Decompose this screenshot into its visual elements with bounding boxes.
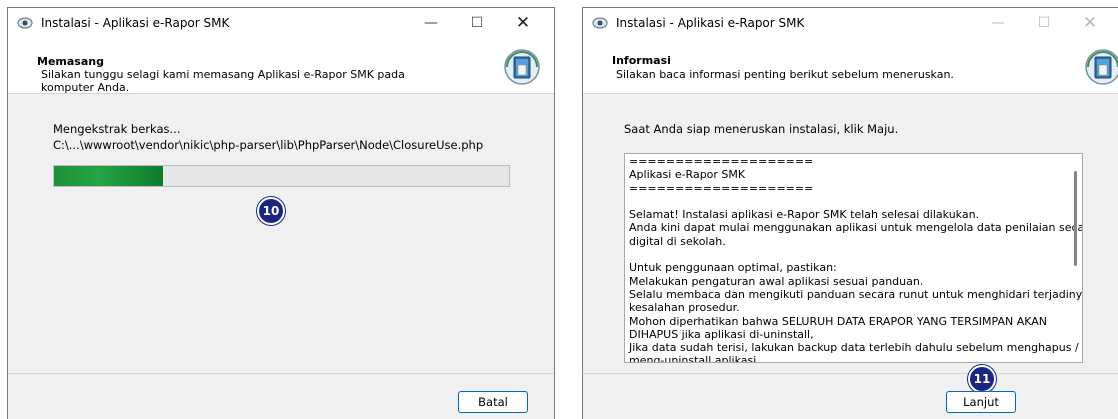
wizard-header: Memasang Silakan tunggu selagi kami mema… [8,38,554,94]
installer-logo-icon [504,49,540,85]
wizard-header: Informasi Silakan baca informasi penting… [583,38,1118,94]
installer-logo-icon [1085,49,1118,85]
info-line: Anda kini dapat mulai menggunakan aplika… [629,221,1083,235]
installer-window-information: Instalasi - Aplikasi e-Rapor SMK — ☐ ✕ I… [582,7,1118,419]
app-icon [592,17,608,29]
info-text: ==================== Aplikasi e-Rapor SMK… [629,155,1083,363]
info-line: Melakukan pengaturan awal aplikasi sesua… [629,274,924,288]
info-line: Selalu membaca dan mengikuti panduan sec… [629,287,1083,301]
window-title: Instalasi - Aplikasi e-Rapor SMK [616,16,805,30]
info-line [629,195,1069,208]
info-line: Untuk penggunaan optimal, pastikan: [629,261,837,275]
progress-bar [53,165,510,187]
scrollbar-thumb[interactable] [1074,171,1077,266]
close-icon[interactable]: ✕ [500,8,546,38]
step-badge: 10 [257,197,285,225]
page-subtitle: Silakan baca informasi penting berikut s… [616,68,954,81]
window-title: Instalasi - Aplikasi e-Rapor SMK [41,16,230,30]
info-line: ==================== [629,155,814,168]
page-title: Informasi [612,54,671,67]
info-line: DIHAPUS jika aplikasi di-uninstall, [629,327,814,341]
info-line: kesalahan prosedur. [629,301,740,315]
page-title: Memasang [37,55,104,68]
progress-fill [54,166,164,186]
scrollbar[interactable] [1072,157,1080,359]
app-icon [17,17,33,29]
info-textbox[interactable]: ==================== Aplikasi e-Rapor SMK… [624,153,1083,363]
info-line: meng-uninstall aplikasi. [629,354,760,363]
next-button[interactable]: Lanjut [946,391,1016,413]
title-bar: Instalasi - Aplikasi e-Rapor SMK — ☐ ✕ [583,8,1118,38]
divider [583,373,1118,374]
title-bar: Instalasi - Aplikasi e-Rapor SMK — ☐ ✕ [8,8,554,38]
minimize-icon[interactable]: — [408,8,454,38]
info-line: Selamat! Instalasi aplikasi e-Rapor SMK … [629,208,980,222]
file-path: C:\...\wwwroot\vendor\nikic\php-parser\l… [53,138,484,152]
info-line: Aplikasi e-Rapor SMK [629,168,746,182]
status-label: Mengekstrak berkas... [53,122,181,136]
installer-window-installing: Instalasi - Aplikasi e-Rapor SMK — ☐ ✕ M… [7,7,555,419]
info-line: Mohon diperhatikan bahwa SELURUH DATA ER… [629,314,1048,328]
maximize-icon[interactable]: ☐ [454,8,500,38]
info-line: digital di sekolah. [629,234,726,248]
maximize-icon[interactable]: ☐ [1021,8,1067,38]
step-badge: 11 [968,365,996,393]
minimize-icon[interactable]: — [975,8,1021,38]
divider [8,373,554,374]
instruction-text: Saat Anda siap meneruskan instalasi, kli… [624,122,899,136]
page-subtitle: Silakan tunggu selagi kami memasang Apli… [41,68,405,94]
info-line: Jika data sudah terisi, lakukan backup d… [629,341,1079,355]
close-icon[interactable]: ✕ [1067,8,1113,38]
info-line: ==================== [629,181,814,195]
cancel-button[interactable]: Batal [458,391,528,413]
info-line [629,248,1069,261]
